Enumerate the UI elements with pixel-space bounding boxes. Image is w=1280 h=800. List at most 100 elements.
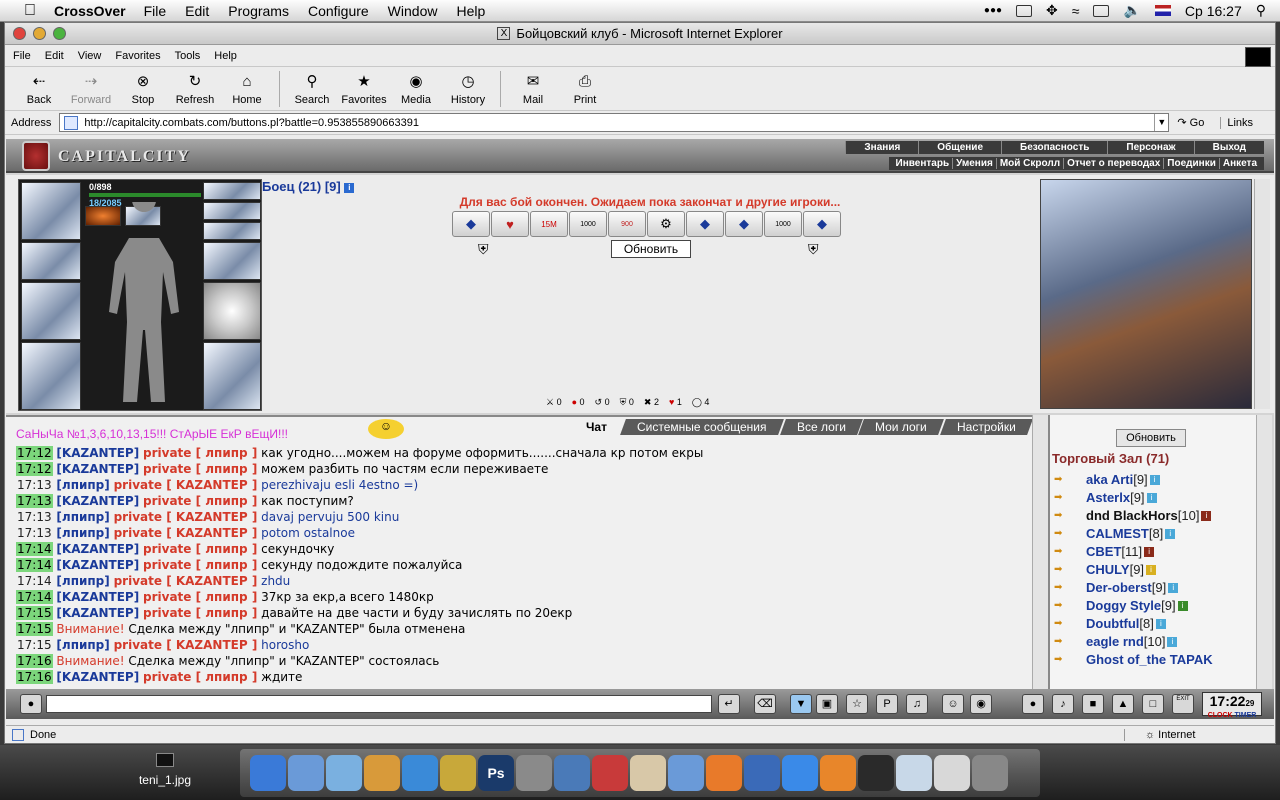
eraser-icon[interactable]: ⌫	[754, 694, 776, 714]
ie-menu-tools[interactable]: Tools	[175, 50, 201, 62]
chat-time[interactable]: 17:15	[16, 622, 53, 636]
room-user-name[interactable]: aka Arti	[1086, 471, 1133, 489]
room-user[interactable]: ➡ aka Arti [9] i	[1054, 471, 1258, 489]
shield-slot[interactable]	[203, 282, 261, 340]
apple-icon[interactable]: 	[20, 2, 40, 20]
nav-my-scroll[interactable]: Мой Скролл	[997, 158, 1065, 169]
firefox-icon[interactable]	[706, 755, 742, 791]
scroll-diamond-icon[interactable]: ◆	[452, 211, 490, 237]
scroll-diamond-icon[interactable]: ◆	[686, 211, 724, 237]
rings-slot[interactable]	[203, 222, 261, 240]
ie-menu-favorites[interactable]: Favorites	[115, 50, 160, 62]
chat-time[interactable]: 17:16	[16, 654, 53, 668]
fist-icon[interactable]: ▲	[1112, 694, 1134, 714]
chat-private-target[interactable]: private [ лпипр ]	[143, 446, 257, 460]
activity-icon[interactable]: ●●●	[984, 5, 1002, 16]
room-user[interactable]: ➡ Der-oberst [9] i	[1054, 579, 1258, 597]
search-button[interactable]: ⚲ Search	[286, 70, 338, 106]
scroll-face-icon[interactable]: 15M	[530, 211, 568, 237]
chat-time[interactable]: 17:14	[16, 574, 53, 588]
tab-my-logs[interactable]: Мои логи	[858, 419, 945, 435]
translit-icon[interactable]: P	[876, 694, 898, 714]
room-user[interactable]: ➡ Ghost of_the TAPAK	[1054, 651, 1258, 669]
chat-private-target[interactable]: private [ KAZANTEP ]	[114, 510, 258, 524]
chat-time[interactable]: 17:14	[16, 590, 53, 604]
room-user[interactable]: ➡ Doubtful [8] i	[1054, 615, 1258, 633]
chat-sender[interactable]: [KAZANTEP]	[56, 670, 139, 684]
necklace-slot[interactable]	[203, 202, 261, 220]
room-user[interactable]: ➡ dnd BlackHors [10] i	[1054, 507, 1258, 525]
nav-inventory[interactable]: Инвентарь	[893, 158, 954, 169]
chat-time[interactable]: 17:15	[16, 606, 53, 620]
chat-time[interactable]: 17:16	[16, 670, 53, 684]
chat-private-target[interactable]: private [ лпипр ]	[143, 494, 257, 508]
save-icon[interactable]: ▣	[816, 694, 838, 714]
user-info-icon[interactable]: i	[1177, 601, 1188, 611]
user-info-icon[interactable]: i	[1168, 583, 1179, 593]
window2-icon[interactable]	[934, 755, 970, 791]
fighter-name[interactable]: Боец (21) [9] i	[262, 179, 355, 194]
chat-sender[interactable]: [KAZANTEP]	[56, 542, 139, 556]
private-arrow-icon[interactable]: ➡	[1054, 471, 1078, 489]
chat-time[interactable]: 17:14	[16, 558, 53, 572]
thunderbird-icon[interactable]	[744, 755, 780, 791]
room-user[interactable]: ➡ Doggy Style [9] i	[1054, 597, 1258, 615]
chat-time[interactable]: 17:13	[16, 494, 53, 508]
chat-time[interactable]: 17:13	[16, 526, 53, 540]
private-arrow-icon[interactable]: ➡	[1054, 525, 1078, 543]
helmet-slot[interactable]	[21, 182, 81, 240]
room-user-name[interactable]: Doubtful	[1086, 615, 1139, 633]
chat-sender[interactable]: [лпипр]	[56, 638, 109, 652]
bracers-slot[interactable]	[21, 242, 81, 280]
private-arrow-icon[interactable]: ➡	[1054, 633, 1078, 651]
room-user[interactable]: ➡ eagle rnd [10] i	[1054, 633, 1258, 651]
chat-sender[interactable]: [лпипр]	[56, 574, 109, 588]
user-info-icon[interactable]: i	[1167, 637, 1178, 647]
smiley-icon[interactable]: ☺	[368, 419, 404, 439]
tab-settings[interactable]: Настройки	[940, 419, 1033, 435]
room-user-name[interactable]: eagle rnd	[1086, 633, 1144, 651]
nav-communication[interactable]: Общение	[918, 141, 1001, 154]
private-arrow-icon[interactable]: ➡	[1054, 561, 1078, 579]
menu-programs[interactable]: Programs	[228, 3, 289, 19]
vlc-icon[interactable]	[820, 755, 856, 791]
user-info-icon[interactable]: i	[1144, 547, 1155, 557]
terminal-icon[interactable]	[858, 755, 894, 791]
send-icon[interactable]: ↵	[718, 694, 740, 714]
user-info-icon[interactable]: i	[1155, 619, 1166, 629]
scroll-diamonds-icon[interactable]: 1000	[764, 211, 802, 237]
chat-input[interactable]	[46, 695, 712, 713]
stop-button[interactable]: ⊗ Stop	[117, 70, 169, 106]
private-arrow-icon[interactable]: ➡	[1054, 543, 1078, 561]
user-info-icon[interactable]: i	[1146, 493, 1157, 503]
user-info-icon[interactable]: i	[1146, 565, 1157, 575]
private-arrow-icon[interactable]: ➡	[1054, 489, 1078, 507]
ie-menu-help[interactable]: Help	[214, 50, 237, 62]
move-icon[interactable]: ✥	[1046, 2, 1058, 19]
print-button[interactable]: ⎙ Print	[559, 70, 611, 107]
nav-skills[interactable]: Умения	[953, 158, 997, 169]
mail-button[interactable]: ✉ Mail	[507, 70, 559, 106]
links-button[interactable]: Links	[1220, 116, 1253, 129]
user-icon[interactable]	[554, 755, 590, 791]
media-button[interactable]: ◉ Media	[390, 70, 442, 106]
crossover-icon[interactable]	[364, 755, 400, 791]
filter-icon[interactable]: ▼	[790, 694, 812, 714]
chat-private-target[interactable]: private [ лпипр ]	[143, 462, 257, 476]
chat-private-target[interactable]: private [ лпипр ]	[143, 558, 257, 572]
menu-help[interactable]: Help	[456, 3, 485, 19]
chat-sender[interactable]: [KAZANTEP]	[56, 558, 139, 572]
chat-time[interactable]: 17:14	[16, 542, 53, 556]
camera-icon[interactable]	[516, 755, 552, 791]
info-icon[interactable]: i	[344, 182, 355, 193]
scroll-diamond-icon[interactable]: ◆	[803, 211, 841, 237]
favorites-button[interactable]: ★ Favorites	[338, 70, 390, 106]
chat-scrollbar[interactable]	[1032, 415, 1048, 689]
lock-icon[interactable]: □	[1142, 694, 1164, 714]
sound-icon[interactable]: ♫	[906, 694, 928, 714]
room-user-name[interactable]: Der-oberst	[1086, 579, 1152, 597]
ie-menu-view[interactable]: View	[78, 50, 102, 62]
room-user[interactable]: ➡ Asterlx [9] i	[1054, 489, 1258, 507]
minimize-icon[interactable]	[33, 27, 46, 40]
chat-avatar-icon[interactable]: ●	[20, 694, 42, 714]
